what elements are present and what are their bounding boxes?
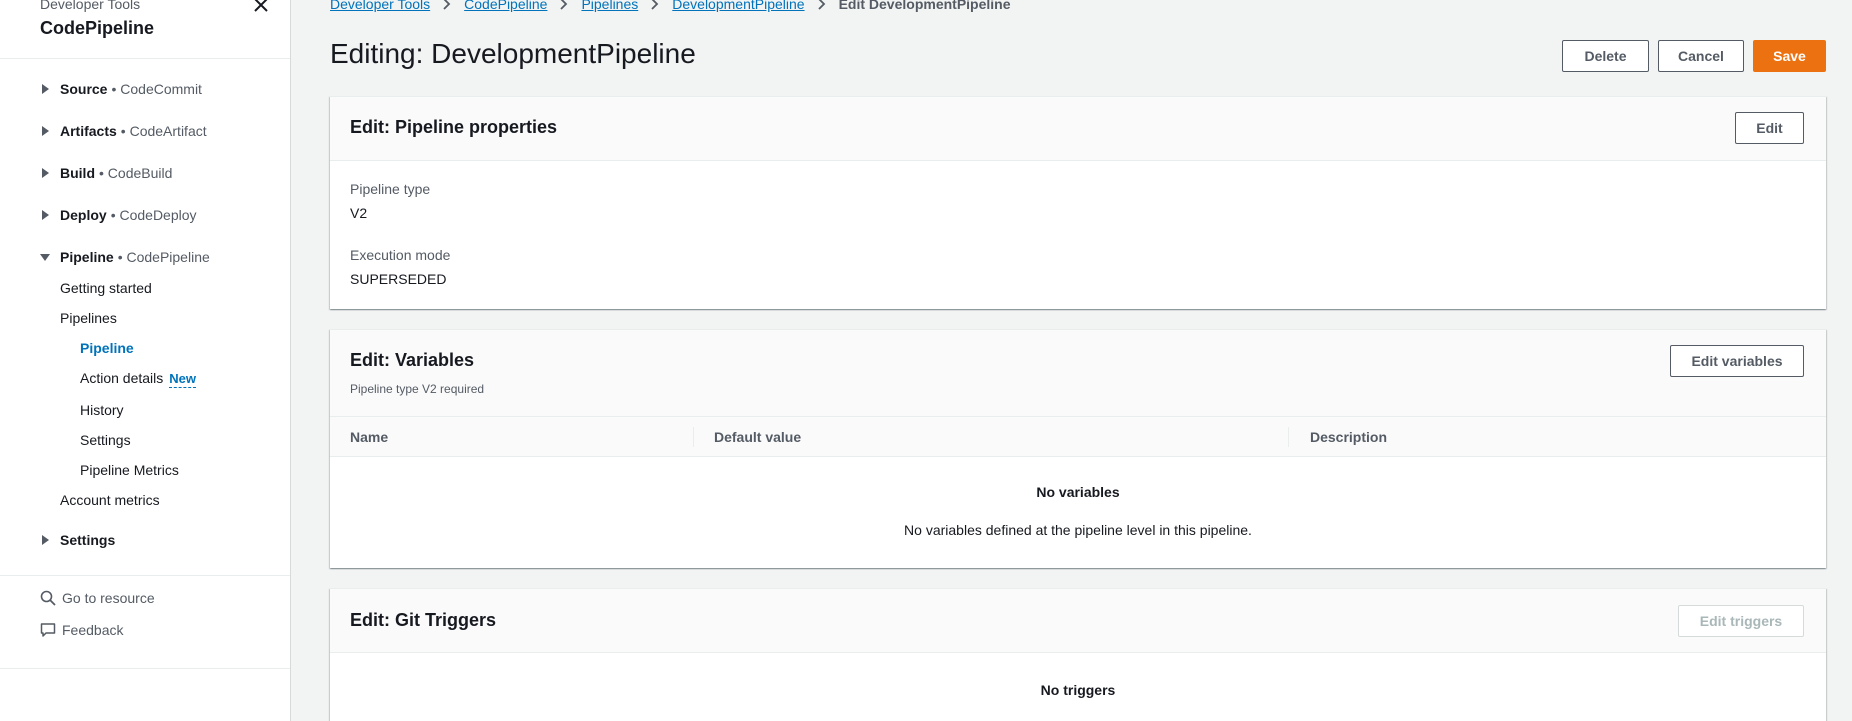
panel-title: Edit: Pipeline properties (350, 117, 558, 137)
edit-variables-button[interactable]: Edit variables (1670, 345, 1804, 377)
sidebar-title[interactable]: CodePipeline (40, 16, 280, 40)
column-header-description[interactable]: Description (1310, 429, 1387, 445)
sidebar-item-getting-started[interactable]: Getting started (60, 280, 152, 296)
feedback-icon (40, 622, 62, 638)
edit-properties-button[interactable]: Edit (1735, 112, 1804, 144)
caret-right-icon (40, 168, 60, 178)
new-badge[interactable]: New (169, 371, 197, 388)
git-triggers-panel: Edit: Git Triggers Edit triggers No trig… (330, 588, 1826, 721)
chevron-right-icon (560, 0, 568, 10)
feedback-link[interactable]: Feedback (40, 622, 123, 638)
panel-title: Edit: Git Triggers (350, 610, 497, 630)
sidebar-item-pipeline[interactable]: Pipeline (80, 340, 134, 356)
breadcrumb: Developer Tools CodePipeline Pipelines D… (330, 0, 1011, 12)
pipeline-properties-panel: Edit: Pipeline properties Edit Pipeline … (330, 96, 1826, 309)
breadcrumb-developer-tools[interactable]: Developer Tools (330, 0, 430, 12)
panel-title: Edit: Variables (350, 350, 475, 370)
panel-description: Pipeline type V2 required (350, 382, 485, 396)
sidebar-section-source[interactable]: Source • CodeCommit (40, 78, 202, 100)
column-divider (693, 427, 694, 447)
section-sublabel: • CodeDeploy (110, 207, 197, 223)
close-icon[interactable] (252, 0, 270, 14)
section-label: Source (60, 81, 108, 97)
sidebar-service-link[interactable]: Developer Tools (40, 0, 280, 12)
section-label: Artifacts (60, 123, 117, 139)
edit-triggers-button[interactable]: Edit triggers (1678, 605, 1804, 637)
panel-header: Edit: Pipeline properties Edit (330, 97, 1826, 161)
search-icon (40, 590, 62, 606)
column-divider (1288, 427, 1289, 447)
execution-mode-label: Execution mode (350, 247, 451, 263)
go-to-resource-label: Go to resource (62, 590, 155, 606)
column-header-default-value[interactable]: Default value (714, 429, 801, 445)
sidebar-section-settings[interactable]: Settings (40, 529, 115, 551)
section-sublabel: • CodeBuild (99, 165, 173, 181)
pipeline-type-label: Pipeline type (350, 181, 431, 197)
column-header-name[interactable]: Name (350, 429, 388, 445)
variables-table-header: Name Default value Description (330, 417, 1826, 457)
sidebar-item-pipeline-metrics[interactable]: Pipeline Metrics (80, 462, 179, 478)
execution-mode-value: SUPERSEDED (350, 271, 447, 287)
caret-right-icon (40, 210, 60, 220)
variables-panel: Edit: Variables Pipeline type V2 require… (330, 329, 1826, 568)
chevron-right-icon (443, 0, 451, 10)
sidebar-item-action-details[interactable]: Action details New (80, 370, 197, 388)
sidebar-section-pipeline[interactable]: Pipeline • CodePipeline (40, 246, 210, 268)
pipeline-type-value: V2 (350, 205, 368, 221)
sidebar-divider (0, 575, 290, 576)
chevron-right-icon (817, 0, 826, 10)
go-to-resource-link[interactable]: Go to resource (40, 590, 155, 606)
sidebar-item-pipelines[interactable]: Pipelines (60, 310, 117, 326)
section-label: Pipeline (60, 249, 114, 265)
section-label: Settings (60, 532, 116, 548)
breadcrumb-developmentpipeline[interactable]: DevelopmentPipeline (672, 0, 804, 12)
empty-state-description: No variables defined at the pipeline lev… (904, 522, 1252, 538)
page-title: Editing: DevelopmentPipeline (330, 38, 696, 69)
side-navigation: Developer Tools CodePipeline Source • Co… (0, 0, 291, 721)
chevron-right-icon (651, 0, 659, 10)
caret-right-icon (40, 84, 60, 94)
section-label: Build (60, 165, 95, 181)
caret-down-icon (40, 252, 60, 262)
sidebar-section-build[interactable]: Build • CodeBuild (40, 162, 172, 184)
caret-right-icon (40, 535, 60, 545)
section-sublabel: • CodeArtifact (120, 123, 207, 139)
breadcrumb-current: Edit DevelopmentPipeline (838, 0, 1011, 12)
empty-state-title: No variables (1036, 484, 1120, 500)
section-sublabel: • CodePipeline (117, 249, 210, 265)
sidebar-item-history[interactable]: History (80, 402, 124, 418)
cancel-button[interactable]: Cancel (1658, 40, 1744, 72)
sidebar-divider (0, 668, 290, 669)
sidebar-section-artifacts[interactable]: Artifacts • CodeArtifact (40, 120, 207, 142)
sidebar-header: Developer Tools CodePipeline (40, 0, 280, 40)
save-button[interactable]: Save (1753, 40, 1826, 72)
section-sublabel: • CodeCommit (111, 81, 202, 97)
feedback-label: Feedback (62, 622, 124, 638)
delete-button[interactable]: Delete (1562, 40, 1649, 72)
caret-right-icon (40, 126, 60, 136)
section-label: Deploy (60, 207, 107, 223)
sidebar-item-settings[interactable]: Settings (80, 432, 131, 448)
sidebar-item-label: Action details (80, 370, 164, 386)
sidebar-divider (0, 58, 290, 59)
breadcrumb-pipelines[interactable]: Pipelines (581, 0, 638, 12)
panel-header: Edit: Git Triggers Edit triggers (330, 589, 1826, 653)
empty-state-title: No triggers (1040, 682, 1116, 698)
panel-header: Edit: Variables Pipeline type V2 require… (330, 330, 1826, 417)
sidebar-item-account-metrics[interactable]: Account metrics (60, 492, 160, 508)
breadcrumb-codepipeline[interactable]: CodePipeline (464, 0, 547, 12)
sidebar-section-deploy[interactable]: Deploy • CodeDeploy (40, 204, 197, 226)
